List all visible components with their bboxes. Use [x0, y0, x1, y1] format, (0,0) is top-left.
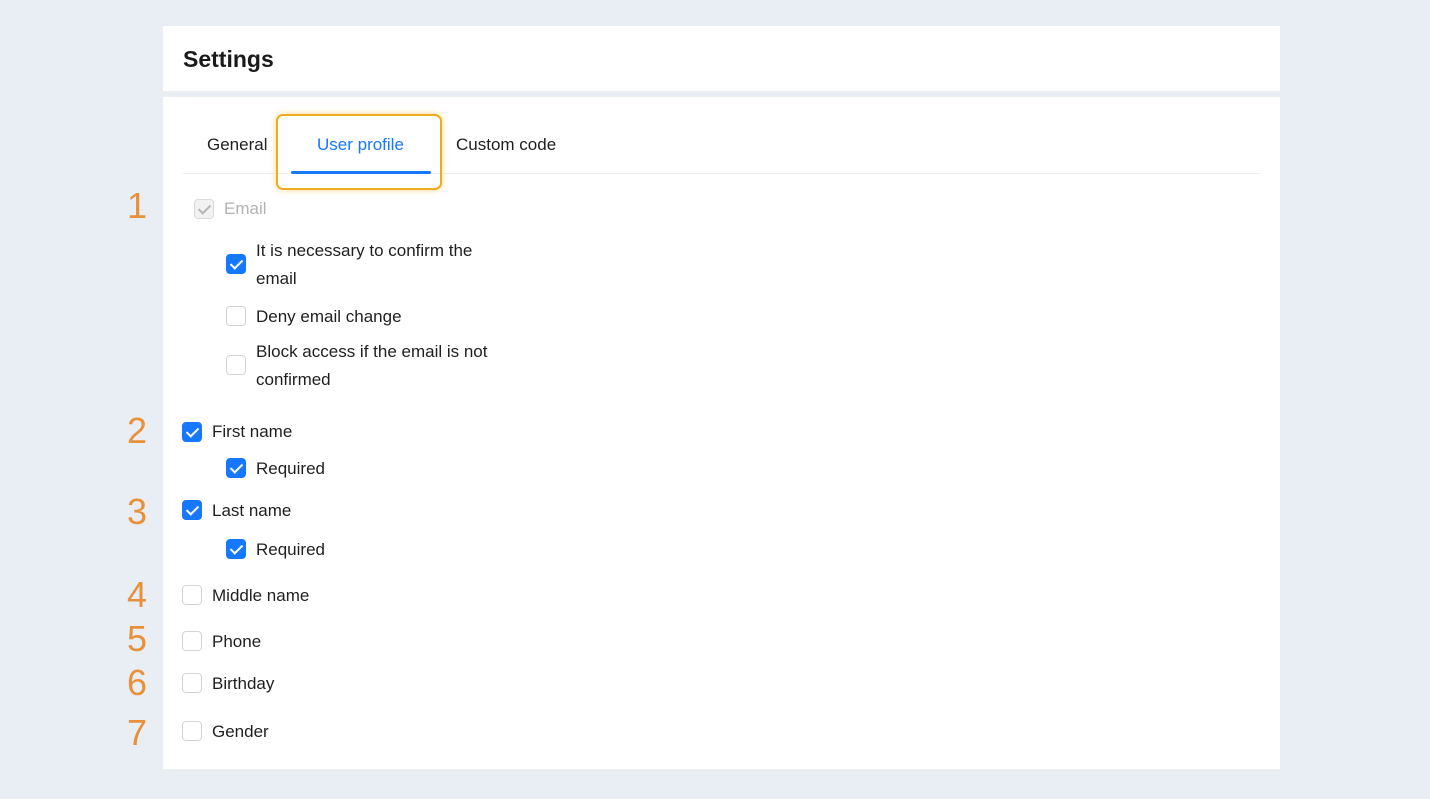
marker-2: 2: [126, 410, 148, 451]
birthday-label: Birthday: [212, 674, 275, 693]
first-name-checkbox[interactable]: [182, 422, 202, 442]
confirm-email-label: It is necessary to confirm the email: [256, 241, 473, 288]
block-access-checkbox[interactable]: [226, 355, 246, 375]
phone-label: Phone: [212, 632, 262, 651]
gender-checkbox[interactable]: [182, 721, 202, 741]
tab-user-profile[interactable]: User profile: [317, 135, 404, 155]
last-name-label: Last name: [212, 501, 292, 520]
last-name-checkbox[interactable]: [182, 500, 202, 520]
email-label: Email: [224, 199, 267, 218]
first-name-label: First name: [212, 422, 293, 441]
deny-email-change-label: Deny email change: [256, 307, 402, 326]
last-name-required-checkbox[interactable]: [226, 539, 246, 559]
settings-header: Settings: [163, 26, 1280, 91]
tab-custom-code[interactable]: Custom code: [456, 135, 556, 155]
first-name-required-checkbox[interactable]: [226, 458, 246, 478]
middle-name-label: Middle name: [212, 586, 310, 605]
active-tab-indicator: [291, 171, 431, 174]
gender-label: Gender: [212, 722, 269, 741]
last-name-required-label: Required: [256, 540, 325, 559]
block-access-label: Block access if the email is not confirm…: [256, 342, 488, 389]
marker-3: 3: [126, 491, 148, 532]
marker-4: 4: [126, 574, 148, 615]
deny-email-change-checkbox[interactable]: [226, 306, 246, 326]
marker-5: 5: [126, 618, 148, 659]
email-checkbox: [194, 199, 214, 219]
phone-checkbox[interactable]: [182, 631, 202, 651]
confirm-email-checkbox[interactable]: [226, 254, 246, 274]
marker-1: 1: [126, 185, 148, 226]
first-name-required-label: Required: [256, 459, 325, 478]
marker-7: 7: [126, 712, 148, 753]
birthday-checkbox[interactable]: [182, 673, 202, 693]
tab-bar: General User profile Custom code: [183, 97, 1260, 174]
marker-6: 6: [126, 662, 148, 703]
tab-general[interactable]: General: [207, 135, 267, 155]
page-title: Settings: [183, 46, 274, 72]
middle-name-checkbox[interactable]: [182, 585, 202, 605]
settings-card: General User profile Custom code: [163, 97, 1280, 769]
